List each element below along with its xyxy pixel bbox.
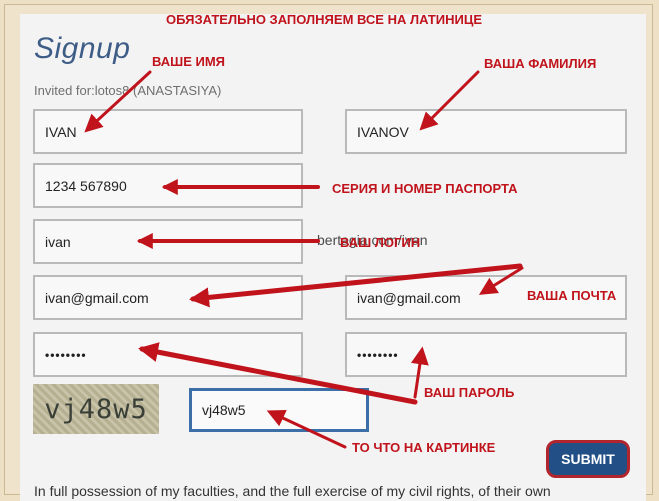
arrow-captcha [266,409,347,449]
annotation-arrows [84,70,524,449]
annotation-header: ОБЯЗАТЕЛЬНО ЗАПОЛНЯЕМ ВСЕ НА ЛАТИНИЦЕ [166,12,483,27]
arrow-email-right [478,266,524,295]
arrow-password-left [138,342,418,405]
annotation-first-name: ВАШЕ ИМЯ [152,54,225,69]
annotation-email: ВАША ПОЧТА [527,288,617,303]
annotation-passport: СЕРИЯ И НОМЕР ПАСПОРТА [332,181,518,196]
annotation-password: ВАШ ПАРОЛЬ [424,385,515,400]
annotation-login: ВАШ ЛОГИН [340,235,421,250]
arrow-last-name [419,70,480,131]
arrow-first-name [84,70,152,133]
arrow-email-left [189,263,523,308]
annotation-captcha: ТО ЧТО НА КАРТИНКЕ [352,440,496,455]
arrow-password-right [410,346,429,399]
annotation-last-name: ВАША ФАМИЛИЯ [484,56,597,71]
